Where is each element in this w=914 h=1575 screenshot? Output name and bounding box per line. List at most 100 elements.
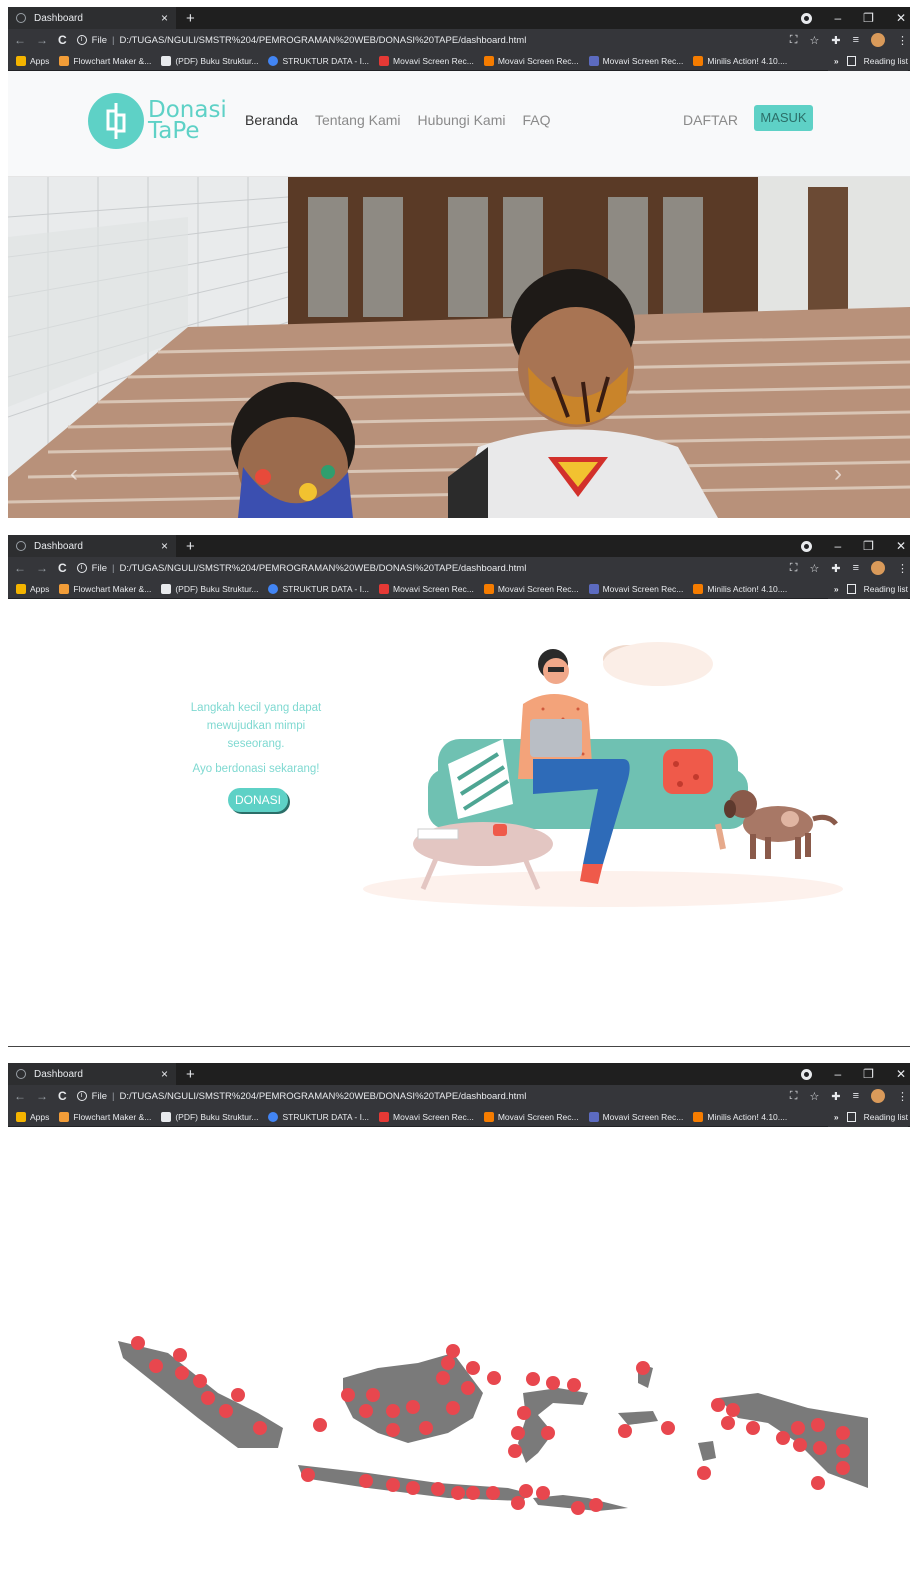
reading-list-button[interactable]: Reading list <box>864 1112 908 1122</box>
profile-avatar[interactable] <box>871 561 885 575</box>
forward-icon[interactable]: → <box>36 33 48 47</box>
browser-tab[interactable]: Dashboard × <box>8 1063 176 1085</box>
bookmark-item[interactable]: Movavi Screen Rec... <box>483 1111 579 1122</box>
masuk-button[interactable]: MASUK <box>754 105 813 131</box>
bookmark-star-icon[interactable]: ☆ <box>809 34 819 47</box>
more-bookmarks-icon[interactable]: » <box>834 584 839 594</box>
bookmark-item[interactable]: Movavi Screen Rec... <box>379 55 474 66</box>
nav-faq[interactable]: FAQ <box>522 112 550 128</box>
bookmark-item[interactable]: Movavi Screen Rec... <box>483 55 579 66</box>
menu-kebab-icon[interactable]: ⋮ <box>897 1090 908 1103</box>
url-text[interactable]: D:/TUGAS/NGULI/SMSTR%204/PEMROGRAMAN%20W… <box>119 1091 526 1102</box>
menu-kebab-icon[interactable]: ⋮ <box>897 562 908 575</box>
url-text[interactable]: D:/TUGAS/NGULI/SMSTR%204/PEMROGRAMAN%20W… <box>119 35 526 46</box>
browser-tab[interactable]: Dashboard × <box>8 7 176 29</box>
movavi-icon <box>483 55 494 66</box>
bookmark-item[interactable]: Movavi Screen Rec... <box>379 1111 474 1122</box>
bookmark-item[interactable]: Movavi Screen Rec... <box>379 583 474 594</box>
bookmark-item[interactable]: Minilis Action! 4.10.... <box>693 55 787 66</box>
minimize-icon[interactable]: – <box>834 11 841 25</box>
reading-list-button[interactable]: Reading list <box>864 584 908 594</box>
bookmark-item[interactable]: Movavi Screen Rec... <box>588 583 683 594</box>
media-icon[interactable]: ≡ <box>853 34 859 46</box>
back-icon[interactable]: ← <box>14 33 26 47</box>
translate-icon[interactable]: ⛶ <box>790 562 798 575</box>
info-icon[interactable]: i <box>76 35 87 45</box>
info-icon[interactable]: i <box>76 563 87 573</box>
translate-icon[interactable]: ⛶ <box>790 1090 798 1103</box>
bookmark-item[interactable]: Movavi Screen Rec... <box>588 55 683 66</box>
bookmark-item[interactable]: (PDF) Buku Struktur... <box>161 55 258 66</box>
bookmark-item[interactable]: (PDF) Buku Struktur... <box>161 583 258 594</box>
bookmark-apps[interactable]: Apps <box>16 583 49 594</box>
bookmark-item[interactable]: Flowchart Maker &... <box>59 55 151 66</box>
extensions-icon[interactable]: ✚ <box>831 34 840 47</box>
reload-icon[interactable]: C <box>58 1089 67 1103</box>
browser-tab[interactable]: Dashboard × <box>8 535 176 557</box>
bookmark-item[interactable]: STRUKTUR DATA - I... <box>268 1111 369 1122</box>
translate-icon[interactable]: ⛶ <box>790 34 798 47</box>
bookmark-apps[interactable]: Apps <box>16 1111 49 1122</box>
close-window-icon[interactable]: ✕ <box>896 1067 906 1081</box>
bookmark-item[interactable]: Minilis Action! 4.10.... <box>693 583 787 594</box>
profile-avatar[interactable] <box>871 1089 885 1103</box>
bookmark-item[interactable]: Flowchart Maker &... <box>59 583 151 594</box>
address-bar[interactable]: i File | D:/TUGAS/NGULI/SMSTR%204/PEMROG… <box>76 563 526 574</box>
address-bar[interactable]: i File | D:/TUGAS/NGULI/SMSTR%204/PEMROG… <box>76 1091 526 1102</box>
bookmark-star-icon[interactable]: ☆ <box>809 562 819 575</box>
url-text[interactable]: D:/TUGAS/NGULI/SMSTR%204/PEMROGRAMAN%20W… <box>119 563 526 574</box>
restore-icon[interactable]: ❐ <box>863 1067 874 1081</box>
new-tab-button[interactable]: + <box>186 11 195 26</box>
forward-icon[interactable]: → <box>36 561 48 575</box>
extensions-icon[interactable]: ✚ <box>831 562 840 575</box>
donasi-button[interactable]: DONASI <box>228 788 288 812</box>
back-icon[interactable]: ← <box>14 561 26 575</box>
media-icon[interactable]: ≡ <box>853 1090 859 1102</box>
address-bar[interactable]: i File | D:/TUGAS/NGULI/SMSTR%204/PEMROG… <box>76 35 526 46</box>
tab-close-icon[interactable]: × <box>161 539 168 553</box>
profile-avatar[interactable] <box>871 33 885 47</box>
bookmark-apps[interactable]: Apps <box>16 55 49 66</box>
menu-kebab-icon[interactable]: ⋮ <box>897 34 908 47</box>
info-icon[interactable]: i <box>76 1091 87 1101</box>
daftar-link[interactable]: DAFTAR <box>683 112 738 128</box>
new-tab-button[interactable]: + <box>186 539 195 554</box>
record-icon[interactable] <box>801 540 813 552</box>
reading-list-button[interactable]: Reading list <box>864 56 908 66</box>
bookmark-item[interactable]: Flowchart Maker &... <box>59 1111 151 1122</box>
new-tab-button[interactable]: + <box>186 1067 195 1082</box>
nav-hubungi-kami[interactable]: Hubungi Kami <box>418 112 506 128</box>
restore-icon[interactable]: ❐ <box>863 539 874 553</box>
close-window-icon[interactable]: ✕ <box>896 11 906 25</box>
nav-beranda[interactable]: Beranda <box>245 112 298 128</box>
bookmark-item[interactable]: Minilis Action! 4.10.... <box>693 1111 787 1122</box>
browser-chrome: Dashboard × + – ❐ ✕ ← → C i File | D:/TU… <box>8 1063 910 1127</box>
forward-icon[interactable]: → <box>36 1089 48 1103</box>
back-icon[interactable]: ← <box>14 1089 26 1103</box>
bookmark-item[interactable]: STRUKTUR DATA - I... <box>268 55 369 66</box>
reload-icon[interactable]: C <box>58 33 67 47</box>
nav-tentang-kami[interactable]: Tentang Kami <box>315 112 401 128</box>
reload-icon[interactable]: C <box>58 561 67 575</box>
bookmark-item[interactable]: Movavi Screen Rec... <box>483 583 579 594</box>
bookmark-item[interactable]: Movavi Screen Rec... <box>588 1111 683 1122</box>
media-icon[interactable]: ≡ <box>853 562 859 574</box>
minimize-icon[interactable]: – <box>834 1067 841 1081</box>
bookmark-item[interactable]: (PDF) Buku Struktur... <box>161 1111 258 1122</box>
carousel-prev-icon[interactable]: ‹ <box>70 460 78 488</box>
bookmark-item[interactable]: STRUKTUR DATA - I... <box>268 583 369 594</box>
more-bookmarks-icon[interactable]: » <box>834 1112 839 1122</box>
restore-icon[interactable]: ❐ <box>863 11 874 25</box>
record-icon[interactable] <box>801 1068 813 1080</box>
more-bookmarks-icon[interactable]: » <box>834 56 839 66</box>
extensions-icon[interactable]: ✚ <box>831 1090 840 1103</box>
tab-close-icon[interactable]: × <box>161 11 168 25</box>
bookmark-star-icon[interactable]: ☆ <box>809 1090 819 1103</box>
site-navbar: Donasi TaPe Beranda Tentang Kami Hubungi… <box>8 71 910 177</box>
site-logo[interactable]: Donasi TaPe <box>88 93 227 149</box>
tab-close-icon[interactable]: × <box>161 1067 168 1081</box>
record-icon[interactable] <box>801 12 813 24</box>
minimize-icon[interactable]: – <box>834 539 841 553</box>
close-window-icon[interactable]: ✕ <box>896 539 906 553</box>
carousel-next-icon[interactable]: › <box>834 460 842 488</box>
